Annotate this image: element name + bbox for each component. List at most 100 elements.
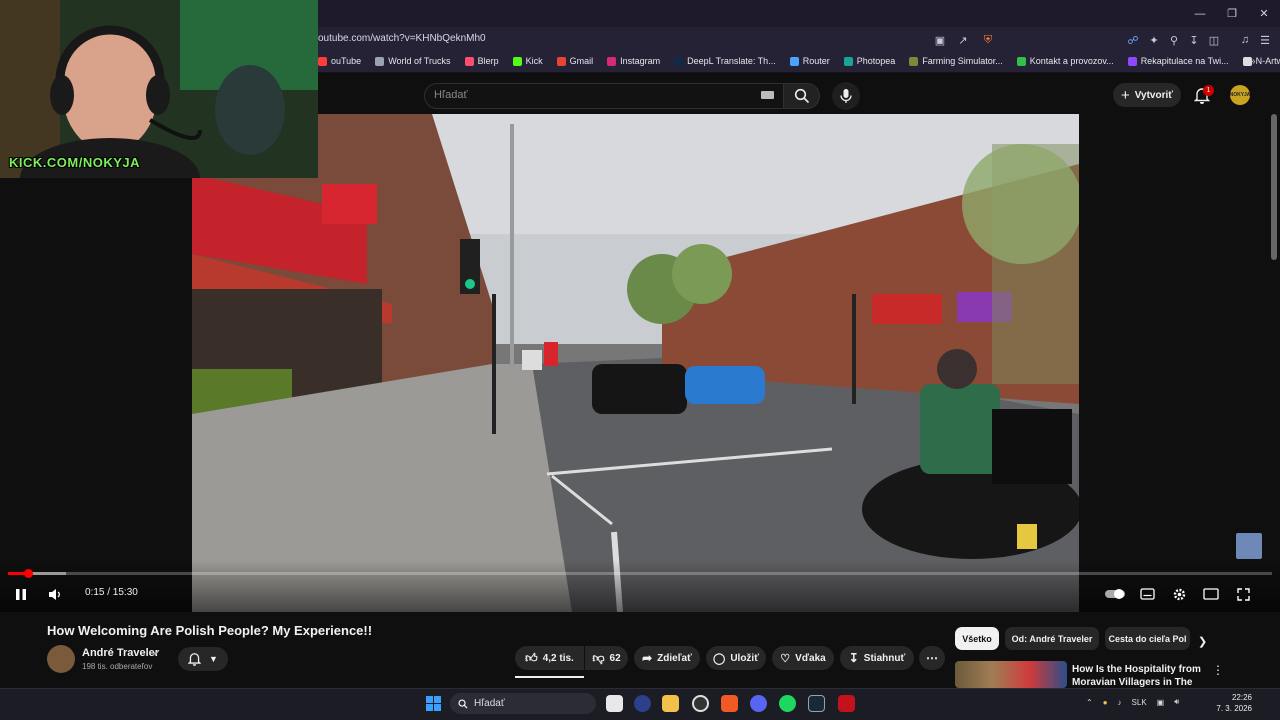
spotify-icon[interactable] bbox=[779, 695, 796, 712]
progress-bar[interactable] bbox=[8, 572, 1272, 575]
save-button[interactable]: ◯ Uložiť bbox=[706, 646, 766, 670]
extension-icon[interactable]: ☍ bbox=[1125, 32, 1141, 48]
thanks-button[interactable]: ♡ Vďaka bbox=[772, 646, 834, 670]
app-icon-blue[interactable] bbox=[634, 695, 651, 712]
minimize-button[interactable]: — bbox=[1184, 0, 1216, 27]
keyboard-icon[interactable] bbox=[761, 91, 774, 99]
autoplay-toggle[interactable] bbox=[1104, 585, 1126, 603]
pause-button[interactable] bbox=[12, 585, 30, 603]
bookmark-label: Photopea bbox=[856, 56, 896, 66]
bookmark-item[interactable]: Router bbox=[789, 56, 830, 66]
fullscreen-button[interactable] bbox=[1234, 585, 1252, 603]
windows-start-icon[interactable] bbox=[426, 696, 441, 711]
bookmark-item[interactable]: Kick bbox=[512, 56, 543, 66]
file-explorer-icon[interactable] bbox=[662, 695, 679, 712]
search-icon bbox=[794, 88, 809, 104]
microphone-icon[interactable]: ♪ bbox=[1118, 698, 1122, 707]
share-button[interactable]: ➦ Zdieľať bbox=[634, 646, 700, 670]
dislike-button[interactable]: 👎︎ 62 bbox=[585, 646, 628, 670]
bookmark-item[interactable]: ouTube bbox=[318, 56, 361, 66]
chip-road-to-destination[interactable]: Cesta do cieľa Pol bbox=[1105, 627, 1190, 650]
channel-name[interactable]: André Traveler bbox=[82, 647, 159, 659]
like-button[interactable]: 👍︎ 4,2 tis. bbox=[515, 646, 584, 670]
bookmark-favicon-icon bbox=[843, 56, 853, 66]
user-avatar[interactable]: NOKYJA bbox=[1230, 85, 1250, 105]
autoplay-toggle-icon bbox=[1105, 589, 1125, 599]
share-arrow-icon: ➦ bbox=[642, 651, 653, 665]
bookmark-item[interactable]: Farming Simulator... bbox=[909, 56, 1003, 66]
bookmark-favicon-icon bbox=[1016, 56, 1026, 66]
extensions-puzzle-icon[interactable]: ✦ bbox=[1146, 32, 1162, 48]
discord-icon[interactable] bbox=[750, 695, 767, 712]
progress-scrubber[interactable] bbox=[24, 569, 33, 578]
chevron-up-icon[interactable]: ⌃ bbox=[1086, 698, 1093, 707]
create-button[interactable]: + Vytvoriť bbox=[1113, 83, 1181, 107]
download-icon[interactable]: ↧ bbox=[1186, 32, 1202, 48]
overlay-thumbnail[interactable] bbox=[1236, 533, 1262, 559]
brave-browser-icon[interactable] bbox=[721, 695, 738, 712]
volume-button[interactable] bbox=[46, 585, 64, 603]
task-view-icon[interactable] bbox=[606, 695, 623, 712]
more-actions-button[interactable]: ⋯ bbox=[919, 646, 945, 670]
settings-button[interactable] bbox=[1170, 585, 1188, 603]
language-indicator[interactable]: SLK bbox=[1132, 698, 1147, 707]
bookmarks-list: ouTube World of Trucks Blerp Kick Gmail Insta… bbox=[318, 56, 1280, 66]
webcam-overlay bbox=[0, 0, 318, 178]
obs-icon[interactable] bbox=[692, 695, 709, 712]
menu-icon[interactable]: ☰ bbox=[1257, 32, 1273, 48]
bookmark-item[interactable]: N-Artworks - PNG bbox=[1242, 56, 1280, 66]
voice-search-button[interactable] bbox=[832, 82, 860, 110]
channel-avatar[interactable] bbox=[47, 645, 75, 673]
thanks-icon: ♡ bbox=[780, 652, 791, 665]
bookmark-item[interactable]: Photopea bbox=[843, 56, 896, 66]
share-icon[interactable]: ↗ bbox=[955, 32, 971, 48]
bookmark-item[interactable]: DeepL Translate: Th... bbox=[674, 56, 776, 66]
scrollbar[interactable] bbox=[1271, 114, 1277, 260]
theater-mode-button[interactable] bbox=[1202, 585, 1220, 603]
notification-badge: 1 bbox=[1203, 85, 1214, 96]
subtitles-button[interactable] bbox=[1138, 585, 1156, 603]
trash-icon[interactable]: ◫ bbox=[1206, 32, 1222, 48]
video-title: How Welcoming Are Polish People? My Expe… bbox=[47, 623, 373, 638]
more-horizontal-icon: ⋯ bbox=[926, 651, 938, 665]
bookmark-item[interactable]: World of Trucks bbox=[375, 56, 451, 66]
url-field[interactable]: outube.com/watch?v=KHNbQeknMh0 bbox=[318, 33, 486, 44]
chevron-right-icon[interactable]: ❯ bbox=[1198, 635, 1207, 648]
search-input[interactable] bbox=[424, 83, 784, 109]
thumbs-down-icon: 👎︎ bbox=[592, 650, 605, 665]
video-frame[interactable] bbox=[192, 114, 1079, 612]
chip-from-channel[interactable]: Od: André Traveler bbox=[1005, 627, 1099, 650]
chip-all[interactable]: Všetko bbox=[955, 627, 999, 650]
media-icon[interactable]: ♫ bbox=[1237, 32, 1253, 48]
search-button[interactable] bbox=[784, 83, 820, 109]
download-label: Stiahnuť bbox=[863, 652, 906, 664]
bookmarks-more-icon[interactable]: » bbox=[1250, 56, 1256, 67]
steam-icon[interactable] bbox=[808, 695, 825, 712]
brave-shield-icon[interactable]: ⛨ bbox=[980, 32, 996, 48]
bookmark-item[interactable]: Blerp bbox=[464, 56, 499, 66]
close-button[interactable]: ✕ bbox=[1248, 0, 1280, 27]
restore-button[interactable]: ❐ bbox=[1216, 0, 1248, 27]
bookmark-item[interactable]: Kontakt a provozov... bbox=[1016, 56, 1114, 66]
bookmark-favicon-icon bbox=[556, 56, 566, 66]
subscription-bell-button[interactable]: ▼ bbox=[178, 647, 228, 671]
reader-mode-icon[interactable]: ▣ bbox=[932, 32, 948, 48]
plus-icon: + bbox=[1120, 86, 1130, 104]
bookmark-label: N-Artworks - PNG bbox=[1255, 56, 1280, 66]
chevron-down-icon: ▼ bbox=[209, 654, 218, 664]
voicemeeter-icon[interactable] bbox=[838, 695, 855, 712]
bookmark-item[interactable]: Rekapitulace na Twi... bbox=[1127, 56, 1229, 66]
network-icon[interactable]: ▣ bbox=[1157, 698, 1165, 707]
tray-app-icon[interactable]: ● bbox=[1103, 698, 1108, 707]
gear-icon bbox=[1173, 588, 1185, 600]
clock[interactable]: 22:26 7. 3. 2026 bbox=[1216, 692, 1252, 714]
key-icon[interactable]: ⚲ bbox=[1166, 32, 1182, 48]
download-button[interactable]: ↧ Stiahnuť bbox=[840, 646, 914, 670]
recommendation-thumbnail[interactable] bbox=[955, 661, 1067, 688]
speaker-icon[interactable]: 🔊︎ bbox=[1174, 697, 1179, 707]
bookmark-item[interactable]: Gmail bbox=[556, 56, 593, 66]
save-label: Uložiť bbox=[730, 652, 759, 664]
taskbar-search[interactable]: Hľadať bbox=[450, 693, 596, 714]
bookmark-item[interactable]: Instagram bbox=[607, 56, 660, 66]
more-vertical-icon[interactable]: ⋮ bbox=[1212, 663, 1224, 677]
